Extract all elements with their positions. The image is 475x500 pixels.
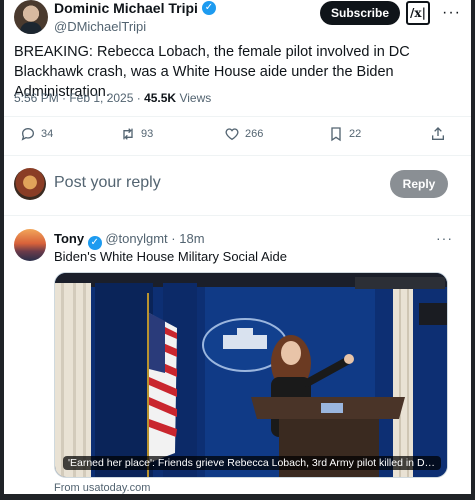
heart-icon (225, 128, 239, 141)
divider (0, 116, 475, 117)
action-bar: 34 93 266 22 (14, 126, 454, 148)
composer-avatar[interactable] (14, 168, 46, 200)
post-timestamp[interactable]: 5:56 PM · Feb 1, 2025 · (14, 91, 144, 105)
divider (0, 215, 475, 216)
bookmark-icon (331, 127, 341, 142)
reply-post-text: Biden's White House Military Social Aide (54, 249, 287, 264)
author-display-name[interactable]: Dominic Michael Tripi ✓ (54, 0, 216, 16)
reply-more-options-icon[interactable]: ··· (436, 230, 453, 246)
reply-post-time[interactable]: · 18m (171, 231, 204, 246)
verified-badge-icon: ✓ (87, 236, 102, 250)
verified-badge-icon: ✓ (201, 1, 216, 15)
card-caption: 'Earned her place': Friends grieve Rebec… (63, 456, 441, 470)
repost-action[interactable]: 93 (120, 126, 153, 142)
subscribe-button[interactable]: Subscribe (320, 1, 400, 25)
repost-icon (123, 128, 133, 140)
post-header: Dominic Michael Tripi ✓ @DMichaelTripi S… (14, 0, 461, 34)
card-image (55, 273, 447, 477)
post-meta: 5:56 PM · Feb 1, 2025 · 45.5K Views (14, 91, 211, 105)
repost-count: 93 (141, 128, 154, 140)
share-action[interactable] (430, 126, 446, 142)
author-display-name-text[interactable]: Dominic Michael Tripi (54, 0, 198, 16)
like-action[interactable]: 266 (224, 126, 263, 142)
grok-icon[interactable]: /x| (406, 1, 430, 25)
reply-button[interactable]: Reply (390, 170, 448, 198)
author-handle[interactable]: @DMichaelTripi (54, 19, 216, 34)
link-card[interactable]: 'Earned her place': Friends grieve Rebec… (54, 272, 448, 478)
like-count: 266 (245, 128, 264, 140)
more-options-icon[interactable]: ··· (442, 4, 461, 22)
reply-author-handle[interactable]: @tonylgmt (105, 231, 167, 246)
bookmark-count: 22 (349, 128, 362, 140)
views-count: 45.5K (144, 91, 177, 105)
card-source[interactable]: From usatoday.com (54, 482, 150, 494)
reply-action[interactable]: 34 (20, 126, 53, 142)
share-icon (432, 127, 444, 140)
reply-author-name[interactable]: Tony (54, 231, 84, 246)
reply-post-header: Tony ✓ @tonylgmt · 18m (54, 231, 205, 250)
bookmark-action[interactable]: 22 (328, 126, 361, 142)
reply-count: 34 (41, 128, 54, 140)
reply-input[interactable]: Post your reply (54, 174, 161, 192)
reply-icon (21, 127, 35, 141)
author-avatar[interactable] (14, 0, 48, 34)
author-name-block: Dominic Michael Tripi ✓ @DMichaelTripi (54, 0, 216, 34)
divider (0, 155, 475, 156)
views-label: Views (176, 91, 212, 105)
reply-author-avatar[interactable] (14, 229, 46, 261)
